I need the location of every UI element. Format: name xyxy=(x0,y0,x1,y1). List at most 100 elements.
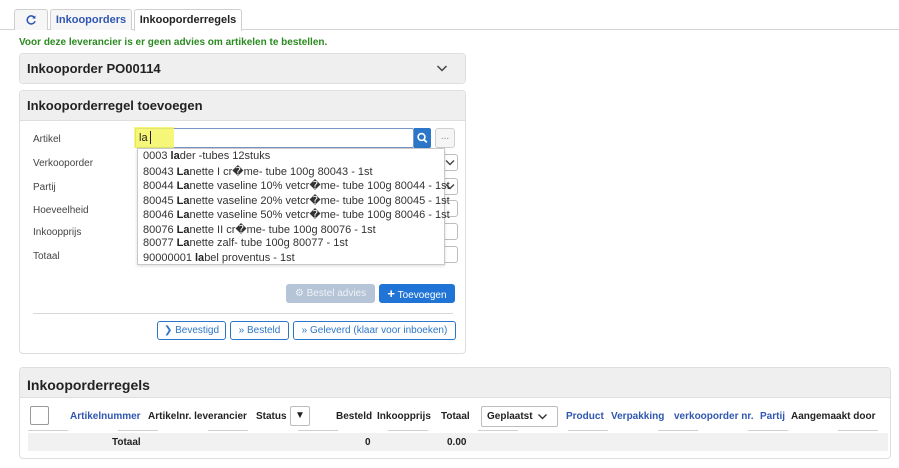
autocomplete-item-match: La xyxy=(176,237,190,249)
autocomplete-item-code: 80043 xyxy=(143,165,177,178)
autocomplete-item-match: La xyxy=(176,165,190,178)
chevron-down-icon[interactable] xyxy=(436,63,448,73)
bevestigd-button[interactable]: ❯ Bevestigd xyxy=(157,321,226,340)
chevron-down-icon xyxy=(538,413,548,420)
col-inkoopprijs: Inkoopprijs xyxy=(377,411,431,422)
double-chevron-right-icon: » xyxy=(238,325,245,336)
order-panel: Inkooporder PO00114 xyxy=(19,53,466,84)
tab-inkooporderregels[interactable]: Inkooporderregels xyxy=(134,9,242,31)
bestel-advies-label: Bestel advies xyxy=(306,288,367,299)
add-line-panel: Inkooporderregel toevoegen Artikel Verko… xyxy=(19,90,466,354)
caret-down-icon: ▼ xyxy=(295,410,305,421)
col-status: Status xyxy=(256,411,287,422)
bestel-advies-button[interactable]: ⚙ Bestel advies xyxy=(286,284,375,303)
label-verkooporder: Verkooporder xyxy=(33,158,94,169)
autocomplete-item-rest: nette II cr�me- tube 100g 80076 - 1st xyxy=(189,223,376,236)
add-line-title: Inkooporderregel toevoegen xyxy=(20,91,465,121)
search-button[interactable] xyxy=(414,128,431,148)
autocomplete-item-rest: nette vaseline 20% vetcr�me- tube 100g 8… xyxy=(189,194,450,207)
autocomplete-item-code: 80044 xyxy=(143,180,177,192)
verkooporder-select[interactable] xyxy=(444,154,458,171)
autocomplete-item[interactable]: 80046 Lanette vaseline 50% vetcr�me- tub… xyxy=(143,208,450,221)
totals-totaal: 0.00 xyxy=(447,437,467,448)
autocomplete-item[interactable]: 90000001 label proventus - 1st xyxy=(143,252,295,264)
geplaatst-dropdown[interactable]: Geplaatst xyxy=(481,406,558,427)
autocomplete-item-code: 80046 xyxy=(143,209,177,221)
label-totaal: Totaal xyxy=(33,251,60,262)
autocomplete-item[interactable]: 80076 Lanette II cr�me- tube 100g 80076 … xyxy=(143,223,376,236)
autocomplete-item-code: 90000001 xyxy=(143,251,195,264)
inkoopprijs-input[interactable] xyxy=(444,223,458,240)
autocomplete-item-match: la xyxy=(195,251,205,264)
autocomplete-item[interactable]: 80043 Lanette I cr�me- tube 100g 80043 -… xyxy=(143,165,373,178)
plus-icon: + xyxy=(387,286,396,301)
advice-message: Voor deze leverancier is er geen advies … xyxy=(19,37,328,48)
besteld-label: Besteld xyxy=(246,325,281,336)
double-chevron-right-icon: » xyxy=(301,325,308,336)
autocomplete-item[interactable]: 80045 Lanette vaseline 20% vetcr�me- tub… xyxy=(143,194,450,207)
bevestigd-label: Bevestigd xyxy=(175,325,220,336)
totals-besteld: 0 xyxy=(365,437,371,448)
status-filter-button[interactable]: ▼ xyxy=(290,406,310,426)
geplaatst-label: Geplaatst xyxy=(487,411,533,422)
toevoegen-button[interactable]: + Toevoegen xyxy=(379,284,455,303)
autocomplete-item-code: 80076 xyxy=(143,223,177,236)
chevron-down-icon xyxy=(445,160,455,166)
col-verkooporder-nr[interactable]: verkooporder nr. xyxy=(674,411,753,422)
autocomplete-item-rest: bel proventus - 1st xyxy=(204,251,295,264)
col-product[interactable]: Product xyxy=(566,411,604,422)
lines-title: Inkooporderregels xyxy=(20,368,890,398)
label-inkoopprijs: Inkoopprijs xyxy=(33,227,82,238)
autocomplete-item-rest: nette vaseline 50% vetcr�me- tube 100g 8… xyxy=(189,209,450,221)
select-all-checkbox[interactable] xyxy=(30,406,49,425)
artikel-search-value: la xyxy=(139,132,148,144)
lines-panel: Inkooporderregels Artikelnummer Artikeln… xyxy=(19,367,891,459)
more-button[interactable]: ... xyxy=(435,128,455,148)
autocomplete-item-match: La xyxy=(176,194,190,207)
autocomplete-item-rest: nette zalf- tube 100g 80077 - 1st xyxy=(189,237,348,249)
tab-bar: Inkooporders Inkooporderregels xyxy=(0,0,899,31)
label-hoeveelheid: Hoeveelheid xyxy=(33,205,89,216)
autocomplete-item-match: La xyxy=(176,209,190,221)
col-artikelnr-leverancier: Artikelnr. leverancier xyxy=(148,411,247,422)
col-besteld: Besteld xyxy=(336,411,373,422)
autocomplete-item-match: La xyxy=(176,223,190,236)
autocomplete-item-code: 0003 xyxy=(143,150,171,162)
col-partij[interactable]: Partij xyxy=(760,411,785,422)
autocomplete-item-rest: der -tubes 12stuks xyxy=(179,150,271,162)
autocomplete-item-code: 80045 xyxy=(143,194,177,207)
autocomplete-item[interactable]: 80077 Lanette zalf- tube 100g 80077 - 1s… xyxy=(143,237,348,249)
text-caret xyxy=(150,131,151,144)
autocomplete-item-match: la xyxy=(170,150,180,162)
order-title: Inkooporder PO00114 xyxy=(27,61,161,76)
geleverd-label: Geleverd (klaar voor inboeken) xyxy=(310,325,448,336)
refresh-icon xyxy=(26,15,36,25)
autocomplete-item[interactable]: 80044 Lanette vaseline 10% vetcr�me- tub… xyxy=(143,179,450,192)
tab-refresh[interactable] xyxy=(14,9,48,30)
autocomplete-item[interactable]: 0003 lader -tubes 12stuks xyxy=(143,150,270,162)
autocomplete-item-code: 80077 xyxy=(143,237,177,249)
toevoegen-label: Toevoegen xyxy=(397,290,447,301)
header-divider xyxy=(28,430,888,431)
totaal-input[interactable] xyxy=(444,246,458,263)
totals-label: Totaal xyxy=(112,437,141,448)
label-artikel: Artikel xyxy=(33,134,61,145)
gear-icon: ⚙ xyxy=(294,288,304,299)
order-panel-header[interactable]: Inkooporder PO00114 xyxy=(20,54,465,83)
label-partij: Partij xyxy=(33,182,56,193)
col-artikelnummer[interactable]: Artikelnummer xyxy=(70,411,141,422)
autocomplete-item-rest: nette I cr�me- tube 100g 80043 - 1st xyxy=(189,165,373,178)
artikel-autocomplete-list: 0003 lader -tubes 12stuks 80043 Lanette I… xyxy=(137,148,450,265)
divider xyxy=(33,313,453,314)
autocomplete-item-rest: nette vaseline 10% vetcr�me- tube 100g 8… xyxy=(189,180,450,192)
col-totaal: Totaal xyxy=(441,411,470,422)
col-verpakking[interactable]: Verpakking xyxy=(611,411,664,422)
artikel-search-input[interactable] xyxy=(135,128,414,148)
chevron-right-icon: ❯ xyxy=(163,325,173,336)
search-icon xyxy=(417,132,428,144)
autocomplete-item-match: La xyxy=(176,180,190,192)
besteld-button[interactable]: » Besteld xyxy=(230,321,289,340)
col-aangemaakt-door: Aangemaakt door xyxy=(791,411,876,422)
tab-inkooporders[interactable]: Inkooporders xyxy=(50,9,132,30)
geleverd-button[interactable]: » Geleverd (klaar voor inboeken) xyxy=(293,321,456,340)
